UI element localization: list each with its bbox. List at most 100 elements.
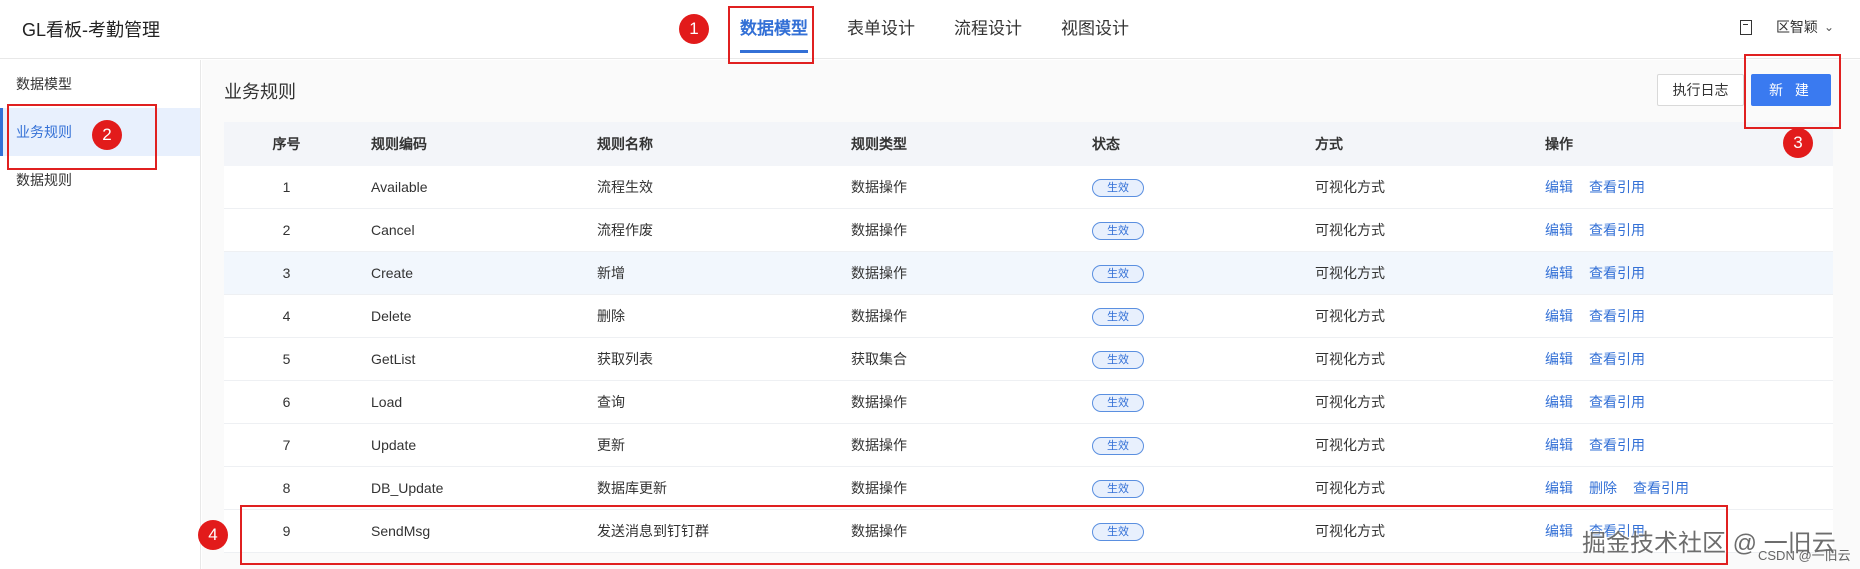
table-row: 7 Update 更新 数据操作 生效 可视化方式 编辑 查看引用 bbox=[224, 424, 1833, 467]
table-row: 6 Load 查询 数据操作 生效 可视化方式 编辑 查看引用 bbox=[224, 381, 1833, 424]
cell-code: Cancel bbox=[371, 222, 415, 238]
cell-code: Delete bbox=[371, 308, 412, 324]
annotation-marker-2: 2 bbox=[92, 120, 122, 150]
cell-actions: 编辑 查看引用 bbox=[1545, 435, 1833, 455]
cell-status: 生效 bbox=[1092, 221, 1315, 240]
action-link[interactable]: 查看引用 bbox=[1589, 179, 1645, 195]
table-body: 1 Available 流程生效 数据操作 生效 可视化方式 编辑 查看引用 2 Cancel 流程… bbox=[224, 166, 1833, 553]
cell-name: 删除 bbox=[597, 308, 625, 324]
cell-name: 流程作废 bbox=[597, 222, 653, 238]
user-name[interactable]: 区智颖 bbox=[1776, 17, 1818, 37]
action-link[interactable]: 查看引用 bbox=[1633, 480, 1689, 496]
cell-mode: 可视化方式 bbox=[1315, 222, 1385, 238]
page-title: 业务规则 bbox=[224, 82, 296, 102]
cell-no: 4 bbox=[282, 308, 291, 324]
cell-actions: 编辑 查看引用 bbox=[1545, 220, 1833, 240]
action-link[interactable]: 查看引用 bbox=[1589, 265, 1645, 281]
cell-status: 生效 bbox=[1092, 522, 1315, 541]
rules-table: 序号 规则编码 规则名称 规则类型 状态 方式 操作 1 Available 流程生… bbox=[224, 122, 1833, 553]
table-row: 8 DB_Update 数据库更新 数据操作 生效 可视化方式 编辑 删除 查看引用 bbox=[224, 467, 1833, 510]
header-no: 序号 bbox=[272, 136, 301, 152]
cell-code: SendMsg bbox=[371, 523, 431, 539]
table-header: 序号 规则编码 规则名称 规则类型 状态 方式 操作 bbox=[224, 122, 1833, 166]
action-link[interactable]: 编辑 bbox=[1545, 480, 1573, 496]
cell-code: GetList bbox=[371, 351, 416, 367]
cell-code: Available bbox=[371, 179, 428, 195]
new-button[interactable]: 新 建 bbox=[1751, 74, 1831, 106]
action-link[interactable]: 编辑 bbox=[1545, 222, 1573, 238]
execution-log-button[interactable]: 执行日志 bbox=[1657, 74, 1744, 106]
action-link[interactable]: 编辑 bbox=[1545, 394, 1573, 410]
cell-name: 新增 bbox=[597, 265, 625, 281]
cell-code: Create bbox=[371, 265, 414, 281]
cell-name: 获取列表 bbox=[597, 351, 653, 367]
cell-code: Load bbox=[371, 394, 403, 410]
cell-name: 查询 bbox=[597, 394, 625, 410]
cell-no: 6 bbox=[282, 394, 291, 410]
cell-mode: 可视化方式 bbox=[1315, 523, 1385, 539]
action-link[interactable]: 查看引用 bbox=[1589, 394, 1645, 410]
tab-form-design[interactable]: 表单设计 bbox=[847, 0, 915, 59]
header-type: 规则类型 bbox=[851, 136, 907, 152]
cell-mode: 可视化方式 bbox=[1315, 394, 1385, 410]
cell-no: 5 bbox=[282, 351, 291, 367]
cell-mode: 可视化方式 bbox=[1315, 351, 1385, 367]
tab-flow-design[interactable]: 流程设计 bbox=[954, 0, 1022, 59]
cell-actions: 编辑 查看引用 bbox=[1545, 177, 1833, 197]
annotation-marker-1: 1 bbox=[679, 14, 709, 44]
sidebar-item-data-model[interactable]: 数据模型 bbox=[0, 60, 200, 108]
action-link[interactable]: 编辑 bbox=[1545, 351, 1573, 367]
table-row: 5 GetList 获取列表 获取集合 生效 可视化方式 编辑 查看引用 bbox=[224, 338, 1833, 381]
cell-no: 8 bbox=[282, 480, 291, 496]
action-link[interactable]: 查看引用 bbox=[1589, 308, 1645, 324]
status-badge: 生效 bbox=[1092, 479, 1144, 498]
cell-status: 生效 bbox=[1092, 436, 1315, 455]
action-link[interactable]: 查看引用 bbox=[1589, 222, 1645, 238]
cell-no: 2 bbox=[282, 222, 291, 238]
cell-type: 数据操作 bbox=[851, 394, 907, 410]
cell-mode: 可视化方式 bbox=[1315, 480, 1385, 496]
cell-status: 生效 bbox=[1092, 307, 1315, 326]
cell-type: 数据操作 bbox=[851, 265, 907, 281]
header-name: 规则名称 bbox=[597, 136, 653, 152]
status-badge: 生效 bbox=[1092, 350, 1144, 369]
table-row: 4 Delete 删除 数据操作 生效 可视化方式 编辑 查看引用 bbox=[224, 295, 1833, 338]
cell-no: 7 bbox=[282, 437, 291, 453]
annotation-marker-3: 3 bbox=[1783, 128, 1813, 158]
header-code: 规则编码 bbox=[371, 136, 427, 152]
status-badge: 生效 bbox=[1092, 221, 1144, 240]
cell-actions: 编辑 查看引用 bbox=[1545, 349, 1833, 369]
chevron-down-icon[interactable]: ⌄ bbox=[1824, 20, 1834, 34]
tab-view-design[interactable]: 视图设计 bbox=[1061, 0, 1129, 59]
action-link[interactable]: 编辑 bbox=[1545, 437, 1573, 453]
cell-type: 数据操作 bbox=[851, 437, 907, 453]
cell-actions: 编辑 查看引用 bbox=[1545, 392, 1833, 412]
header-status: 状态 bbox=[1092, 136, 1120, 152]
action-link[interactable]: 删除 bbox=[1589, 480, 1617, 496]
action-link[interactable]: 编辑 bbox=[1545, 179, 1573, 195]
cell-actions: 编辑 查看引用 bbox=[1545, 306, 1833, 326]
action-link[interactable]: 查看引用 bbox=[1589, 351, 1645, 367]
cell-type: 获取集合 bbox=[851, 351, 907, 367]
cell-status: 生效 bbox=[1092, 393, 1315, 412]
table-row: 1 Available 流程生效 数据操作 生效 可视化方式 编辑 查看引用 bbox=[224, 166, 1833, 209]
cell-actions: 编辑 查看引用 bbox=[1545, 263, 1833, 283]
status-badge: 生效 bbox=[1092, 522, 1144, 541]
action-link[interactable]: 查看引用 bbox=[1589, 437, 1645, 453]
action-link[interactable]: 编辑 bbox=[1545, 523, 1573, 539]
top-tabs: 数据模型 表单设计 流程设计 视图设计 bbox=[740, 0, 1168, 59]
cell-name: 流程生效 bbox=[597, 179, 653, 195]
cell-mode: 可视化方式 bbox=[1315, 437, 1385, 453]
main-content: 业务规则 执行日志 新 建 序号 规则编码 规则名称 规则类型 状态 方式 操作… bbox=[202, 60, 1860, 569]
document-icon[interactable] bbox=[1739, 19, 1752, 35]
sidebar-item-data-rules[interactable]: 数据规则 bbox=[0, 156, 200, 204]
cell-no: 9 bbox=[282, 523, 291, 539]
tab-data-model[interactable]: 数据模型 bbox=[740, 0, 808, 59]
cell-code: DB_Update bbox=[371, 480, 444, 496]
action-link[interactable]: 编辑 bbox=[1545, 308, 1573, 324]
cell-name: 更新 bbox=[597, 437, 625, 453]
cell-mode: 可视化方式 bbox=[1315, 308, 1385, 324]
action-link[interactable]: 编辑 bbox=[1545, 265, 1573, 281]
watermark-sub: CSDN @一旧云 bbox=[1758, 548, 1851, 563]
cell-no: 3 bbox=[282, 265, 291, 281]
